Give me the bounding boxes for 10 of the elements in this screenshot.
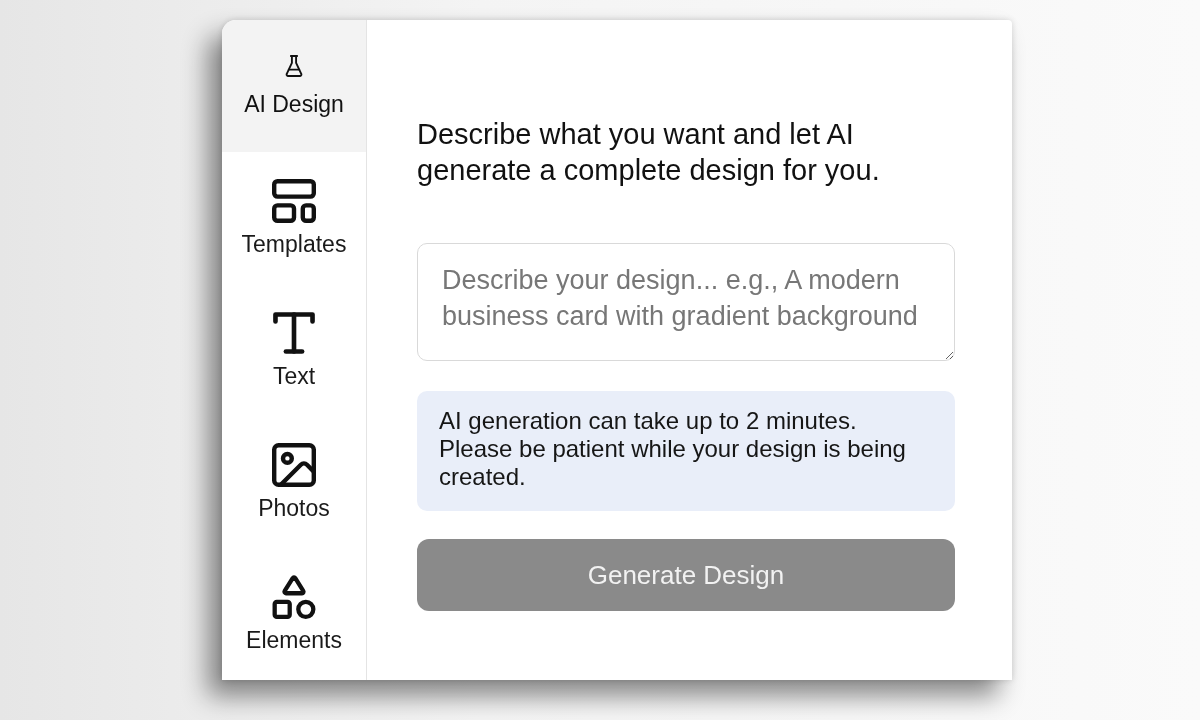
description-text: Describe what you want and let AI generate a complete design for you.: [417, 117, 881, 188]
flask-icon: [283, 54, 305, 77]
sidebar-item[interactable]: AI Design: [222, 20, 366, 152]
image-icon: [272, 442, 316, 487]
layout-icon: [272, 178, 316, 223]
prompt-field[interactable]: Describe your design... e.g., A modern business card with gradient background: [417, 243, 955, 361]
notice-text: AI generation can take up to 2 minutes. Please be patient while your design is being created.: [417, 391, 955, 511]
shapes-icon: [272, 574, 316, 619]
sidebar-item[interactable]: Elements: [222, 548, 366, 680]
serif-t-icon: [272, 310, 316, 355]
